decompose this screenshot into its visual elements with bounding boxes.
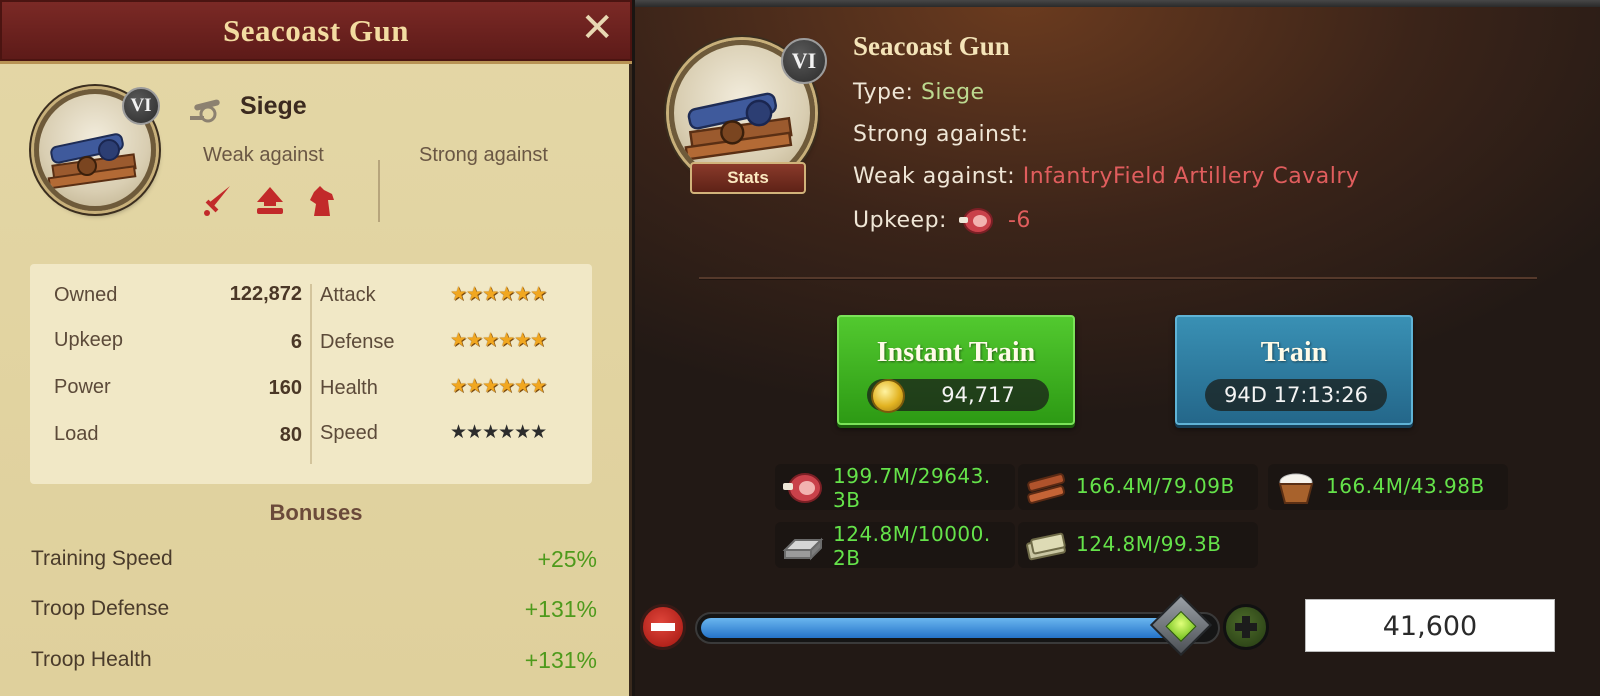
upkeep-line: Upkeep: -6 (853, 206, 1031, 236)
divider (699, 277, 1537, 279)
defense-stars: ★★★★★★ (450, 329, 547, 351)
stats-table: Owned 122,872 Upkeep 6 Power 160 Load 80… (30, 264, 592, 484)
bonus-label-training-speed: Training Speed (31, 547, 173, 570)
resource-chip-iron: 124.8M/10000.2B (775, 522, 1015, 570)
quantity-input[interactable]: 41,600 (1305, 599, 1555, 652)
bonus-label-troop-defense: Troop Defense (31, 597, 170, 620)
stats-button[interactable]: Stats (690, 162, 806, 194)
rating-label-defense: Defense (320, 331, 395, 353)
top-bar (635, 0, 1600, 7)
stat-value-upkeep: 6 (290, 331, 302, 353)
silver-amount: 124.8M/99.3B (1076, 532, 1222, 556)
resource-chip-silver: 124.8M/99.3B (1018, 522, 1258, 568)
upkeep-value: -6 (1007, 208, 1031, 233)
divider (378, 160, 380, 222)
rating-label-health: Health (320, 377, 378, 399)
panel-header: Seacoast Gun ✕ (0, 0, 632, 64)
bonus-value-troop-health: +131% (524, 647, 597, 673)
panel-title: Seacoast Gun (223, 13, 409, 48)
unit-type: Siege (240, 92, 307, 120)
rating-label-speed: Speed (320, 422, 378, 444)
bonus-value-troop-defense: +131% (524, 596, 597, 622)
wood-icon (1027, 473, 1066, 504)
unit-name: Seacoast Gun (853, 31, 1010, 61)
health-stars: ★★★★★★ (450, 375, 547, 397)
train-label: Train (1260, 337, 1328, 368)
speed-stars: ★★★★★★ (450, 421, 547, 443)
iron-icon (782, 537, 824, 561)
type-value: Siege (920, 80, 985, 105)
unit-info-panel: Seacoast Gun ✕ VI Siege Weak against Str… (0, 0, 632, 696)
slider-handle[interactable] (1149, 593, 1213, 657)
resource-chip-meat: 199.7M/29643.3B (775, 464, 1015, 512)
food-basket-icon (1278, 473, 1314, 504)
rating-label-attack: Attack (320, 284, 376, 306)
stat-value-power: 160 (268, 377, 302, 399)
siege-type-icon (190, 99, 220, 123)
stat-label-power: Power (54, 376, 111, 398)
weak-against-label: Weak against: (853, 164, 1016, 189)
stat-value-owned: 122,872 (229, 283, 302, 305)
weak-against-value: InfantryField Artillery Cavalry (1022, 164, 1360, 189)
gold-coin-icon (871, 379, 905, 413)
stat-value-load: 80 (279, 424, 302, 446)
meat-amount: 199.7M/29643.3B (833, 464, 991, 512)
upkeep-label: Upkeep: (853, 208, 947, 233)
food-amount: 166.4M/43.98B (1326, 474, 1485, 498)
slider-fill (701, 618, 1183, 638)
instant-train-button[interactable]: Instant Train 94,717 (837, 315, 1075, 425)
resource-chip-food: 166.4M/43.98B (1268, 464, 1508, 510)
type-line: Type: Siege (853, 80, 985, 105)
field-artillery-icon (257, 187, 283, 214)
weak-against-label: Weak against (203, 144, 324, 166)
strong-against-line: Strong against: (853, 122, 1029, 147)
bonus-label-troop-health: Troop Health (31, 648, 152, 671)
tier-badge: VI (781, 38, 827, 84)
close-button[interactable]: ✕ (580, 8, 614, 48)
bonuses-title: Bonuses (269, 500, 363, 525)
strong-against-label: Strong against (419, 144, 548, 166)
decrease-button[interactable] (640, 604, 686, 650)
stat-label-load: Load (54, 423, 99, 445)
quantity-slider[interactable] (695, 612, 1220, 644)
wood-amount: 166.4M/79.09B (1076, 474, 1235, 498)
instant-train-label: Instant Train (876, 337, 1036, 368)
divider (310, 284, 312, 464)
strong-against-label: Strong against: (853, 122, 1029, 147)
type-label: Type: (853, 80, 914, 105)
resource-chip-wood: 166.4M/79.09B (1018, 464, 1258, 510)
stat-label-owned: Owned (54, 284, 118, 306)
training-panel: VI Stats Seacoast Gun Type: Siege Strong… (635, 0, 1600, 696)
tier-badge: VI (122, 87, 160, 125)
attack-stars: ★★★★★★ (450, 283, 547, 305)
bonus-value-training-speed: +25% (537, 546, 597, 572)
increase-button[interactable] (1223, 604, 1269, 650)
weak-against-icons (202, 184, 338, 218)
meat-icon (783, 473, 822, 503)
iron-amount: 124.8M/10000.2B (833, 522, 991, 570)
horse-icon (310, 186, 334, 216)
meat-icon (959, 208, 994, 234)
sword-icon (204, 186, 230, 216)
silver-icon (1026, 532, 1066, 561)
weak-against-line: Weak against: InfantryField Artillery Ca… (853, 164, 1359, 189)
train-button[interactable]: Train 94D 17:13:26 (1175, 315, 1413, 425)
train-time: 94D 17:13:26 (1205, 379, 1387, 411)
stat-label-upkeep: Upkeep (54, 329, 123, 351)
